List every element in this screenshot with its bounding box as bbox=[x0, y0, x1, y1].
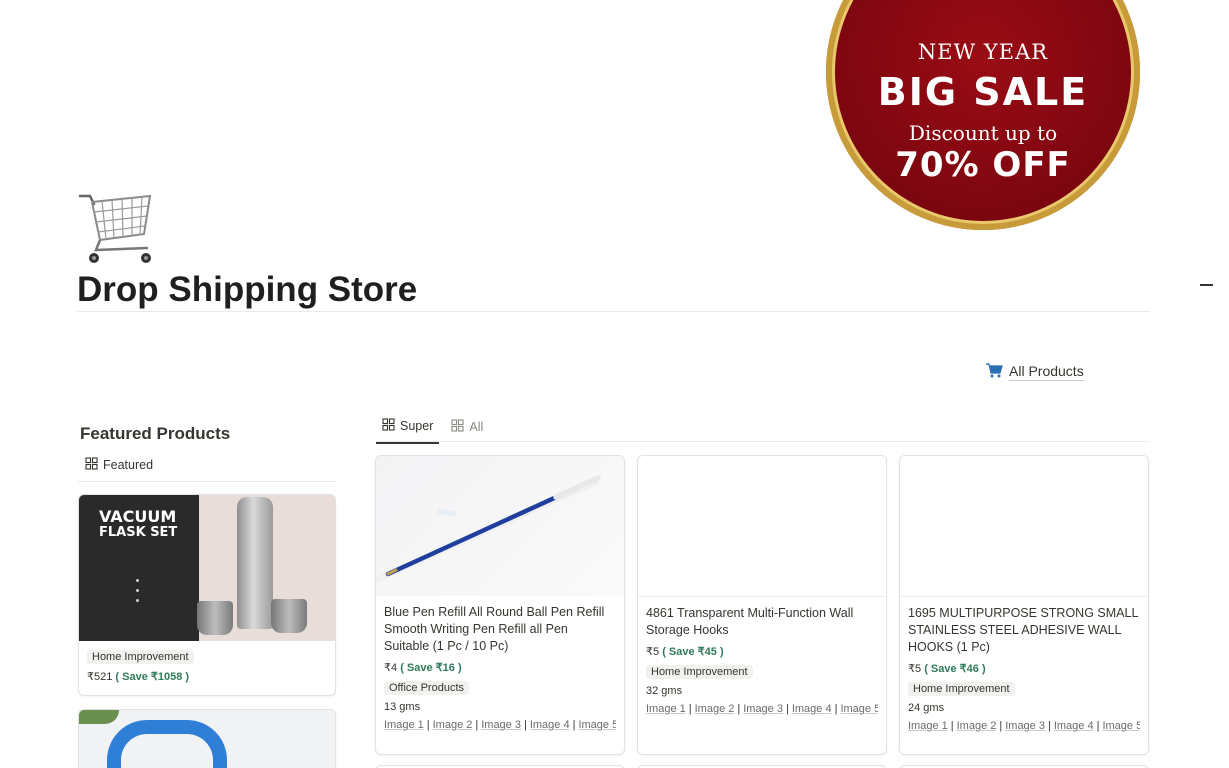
tab-super-label: Super bbox=[400, 419, 434, 433]
grid-icon bbox=[85, 457, 98, 473]
save-amount: ( Save ₹45 ) bbox=[662, 646, 724, 658]
image-link[interactable]: Image 5 bbox=[578, 719, 616, 731]
image-link[interactable]: Image 1 bbox=[646, 703, 686, 715]
product-image-text-1: VACUUM bbox=[99, 507, 177, 526]
featured-heading: Featured Products bbox=[80, 424, 231, 443]
price: ₹4 bbox=[384, 662, 398, 674]
price-row: ₹4 ( Save ₹16 ) bbox=[384, 661, 616, 674]
product-image bbox=[376, 456, 624, 596]
image-link[interactable]: Image 4 bbox=[1054, 720, 1094, 732]
product-name: Blue Pen Refill All Round Ball Pen Refil… bbox=[384, 605, 605, 653]
view-tabs: Super All bbox=[376, 413, 489, 444]
image-links: Image 1|Image 2|Image 3|Image 4|Image 5|… bbox=[384, 719, 616, 731]
product-image: VACUUM FLASK SET bbox=[79, 495, 335, 641]
tab-all-label: All bbox=[469, 420, 484, 434]
grid-icon bbox=[451, 419, 464, 435]
price: ₹521 bbox=[87, 671, 113, 683]
save-amount: ( Save ₹16 ) bbox=[400, 662, 462, 674]
save-amount: ( Save ₹46 ) bbox=[924, 663, 986, 675]
product-card[interactable]: Blue Pen Refill All Round Ball Pen Refil… bbox=[375, 455, 625, 755]
all-products-link[interactable]: All Products bbox=[986, 363, 1084, 381]
image-link[interactable]: Image 2 bbox=[433, 719, 473, 731]
title-divider bbox=[77, 311, 1150, 312]
featured-divider bbox=[78, 481, 336, 482]
tab-featured-label: Featured bbox=[103, 458, 154, 472]
sale-banner: NEW YEAR BIG SALE Discount up to 70% OFF bbox=[826, 0, 1140, 230]
image-link[interactable]: Image 5 bbox=[1102, 720, 1140, 732]
product-name: 1695 MULTIPURPOSE STRONG SMALL STAINLESS… bbox=[908, 606, 1138, 654]
sale-banner-disc bbox=[826, 0, 1140, 230]
image-link[interactable]: Image 1 bbox=[384, 719, 424, 731]
shopping-cart-icon[interactable] bbox=[78, 190, 154, 266]
price-row: ₹521 ( Save ₹1058 ) bbox=[87, 670, 327, 683]
image-link[interactable]: Image 2 bbox=[957, 720, 997, 732]
category-tag: Home Improvement bbox=[908, 682, 1015, 696]
tab-featured[interactable]: Featured bbox=[85, 457, 153, 473]
image-link[interactable]: Image 4 bbox=[792, 703, 832, 715]
tab-super[interactable]: Super bbox=[376, 413, 440, 444]
featured-card[interactable] bbox=[78, 709, 336, 768]
product-image bbox=[79, 710, 335, 768]
cart-icon bbox=[986, 363, 1003, 381]
price: ₹5 bbox=[908, 663, 922, 675]
image-links: Image 1|Image 2|Image 3|Image 4|Image 5|… bbox=[646, 703, 878, 715]
price-row: ₹5 ( Save ₹45 ) bbox=[646, 645, 878, 658]
banner-line-2: BIG SALE bbox=[877, 70, 1089, 114]
price: ₹5 bbox=[646, 646, 660, 658]
category-tag: Home Improvement bbox=[87, 650, 194, 664]
image-link[interactable]: Image 2 bbox=[695, 703, 735, 715]
price-row: ₹5 ( Save ₹46 ) bbox=[908, 662, 1140, 675]
all-products-label: All Products bbox=[1009, 363, 1084, 381]
category-tag: Office Products bbox=[384, 681, 469, 695]
image-link[interactable]: Image 4 bbox=[530, 719, 570, 731]
product-name: 4861 Transparent Multi-Function Wall Sto… bbox=[646, 606, 854, 637]
side-handle[interactable] bbox=[1200, 284, 1213, 286]
grid-icon bbox=[382, 418, 395, 434]
featured-card[interactable]: VACUUM FLASK SET Home Improvement ₹521 (… bbox=[78, 494, 336, 696]
page-title: Drop Shipping Store bbox=[77, 270, 418, 309]
category-tag: Home Improvement bbox=[646, 665, 753, 679]
product-weight: 32 gms bbox=[646, 685, 683, 697]
product-image-text-2: FLASK SET bbox=[99, 525, 178, 540]
product-weight: 13 gms bbox=[384, 701, 421, 713]
product-image bbox=[638, 456, 886, 596]
banner-line-4: 70% OFF bbox=[895, 145, 1071, 185]
image-link[interactable]: Image 1 bbox=[908, 720, 948, 732]
image-link[interactable]: Image 5 bbox=[840, 703, 878, 715]
save-amount: ( Save ₹1058 ) bbox=[115, 671, 190, 683]
product-card[interactable]: 1695 MULTIPURPOSE STRONG SMALL STAINLESS… bbox=[899, 455, 1149, 755]
image-link[interactable]: Image 3 bbox=[743, 703, 783, 715]
image-link[interactable]: Image 3 bbox=[1005, 720, 1045, 732]
product-card[interactable]: 4861 Transparent Multi-Function Wall Sto… bbox=[637, 455, 887, 755]
banner-line-3: Discount up to bbox=[908, 121, 1058, 145]
tab-all[interactable]: All bbox=[445, 413, 489, 444]
product-weight: 24 gms bbox=[908, 702, 945, 714]
banner-line-1: NEW YEAR bbox=[917, 40, 1049, 64]
tabs-divider bbox=[376, 441, 1149, 442]
product-image bbox=[900, 456, 1148, 596]
image-link[interactable]: Image 3 bbox=[481, 719, 521, 731]
image-links: Image 1|Image 2|Image 3|Image 4|Image 5|… bbox=[908, 720, 1140, 732]
